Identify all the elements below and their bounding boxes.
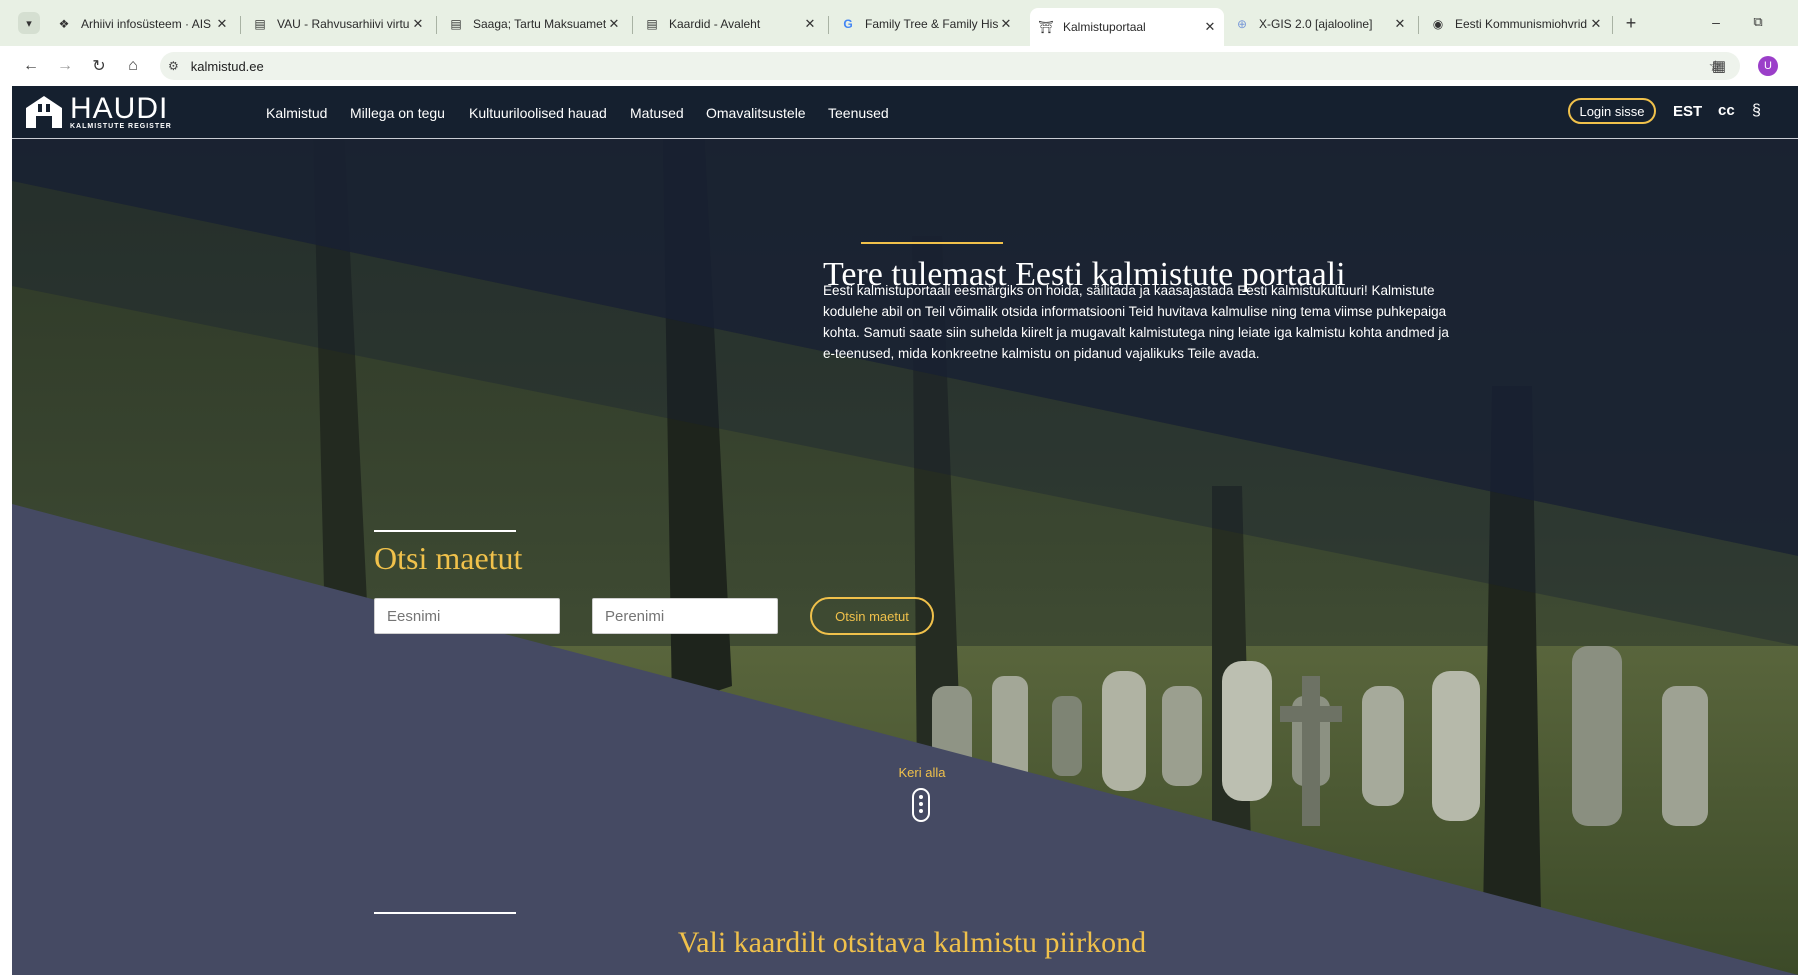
- tab-vau[interactable]: ▤ VAU - Rahvusarhiivi virtua ✕: [244, 8, 432, 40]
- language-selector[interactable]: EST: [1673, 103, 1702, 120]
- minimize-icon: –: [1712, 14, 1720, 30]
- site-info-icon[interactable]: ⚙: [168, 59, 179, 73]
- hero-description: Eesti kalmistuportaali eesmärgiks on hoi…: [823, 283, 1449, 361]
- tab-title: Kaardid - Avaleht: [669, 17, 761, 31]
- close-icon[interactable]: ✕: [998, 16, 1014, 32]
- document-icon: ▤: [254, 17, 266, 31]
- profile-avatar[interactable]: U: [1758, 56, 1778, 76]
- close-icon[interactable]: ✕: [1588, 16, 1604, 32]
- close-icon[interactable]: ✕: [1392, 16, 1408, 32]
- arrow-left-icon: ←: [23, 57, 39, 74]
- tab-kaardid[interactable]: ▤ Kaardid - Avaleht ✕: [636, 8, 824, 40]
- first-name-input[interactable]: [374, 598, 560, 634]
- reload-button[interactable]: ↻: [88, 55, 110, 77]
- url-text: kalmistud.ee: [190, 58, 264, 74]
- arrow-right-icon: →: [57, 57, 73, 74]
- minimize-button[interactable]: –: [1704, 10, 1728, 34]
- website-viewport: HAUDI KALMISTUTE REGISTER Kalmistud Mill…: [12, 86, 1798, 975]
- tab-ais[interactable]: ❖ Arhiivi infosüsteem · AIS ✕: [48, 8, 236, 40]
- address-bar[interactable]: ⚙ kalmistud.ee ☆: [160, 52, 1740, 80]
- tab-title: Family Tree & Family Hist: [865, 17, 998, 31]
- extensions-icon[interactable]: ▦: [1708, 55, 1730, 77]
- tab-family-tree[interactable]: G Family Tree & Family Hist ✕: [832, 8, 1020, 40]
- haudi-logo-icon: [26, 96, 62, 128]
- chevron-down-icon: ▾: [26, 17, 32, 30]
- cemetery-background-image: [12, 86, 1798, 975]
- document-icon: ▤: [450, 17, 462, 31]
- map-section-title: Vali kaardilt otsitava kalmistu piirkond: [677, 926, 1147, 959]
- document-icon: ▤: [646, 17, 658, 31]
- restore-icon: ⧉: [1753, 14, 1763, 29]
- tab-title: Kalmistuportaal: [1063, 20, 1146, 34]
- google-icon: G: [843, 17, 853, 31]
- restore-button[interactable]: ⧉: [1746, 10, 1770, 34]
- logo-text: HAUDI: [70, 91, 169, 125]
- last-name-input[interactable]: [592, 598, 778, 634]
- close-icon[interactable]: ✕: [410, 16, 426, 32]
- tab-search-button[interactable]: ▾: [18, 12, 40, 34]
- tab-title: VAU - Rahvusarhiivi virtua: [277, 17, 410, 31]
- home-button[interactable]: ⌂: [122, 55, 144, 77]
- login-button[interactable]: Login sisse: [1568, 98, 1656, 124]
- plus-icon: +: [1625, 12, 1637, 33]
- search-button[interactable]: Otsin maetut: [810, 597, 934, 635]
- back-button[interactable]: ←: [20, 55, 42, 77]
- reload-icon: ↻: [92, 58, 106, 75]
- menu-item-kultuuriloolised-hauad[interactable]: Kultuuriloolised hauad: [469, 105, 607, 121]
- tab-title: Arhiivi infosüsteem · AIS: [81, 17, 212, 31]
- haudi-icon: ⛩: [1038, 20, 1054, 34]
- tab-title: Eesti Kommunismiohvrid: [1455, 17, 1588, 31]
- close-icon[interactable]: ✕: [214, 16, 230, 32]
- close-icon[interactable]: ✕: [1202, 19, 1218, 35]
- hero-divider-line: [861, 242, 1003, 244]
- profile-initial: U: [1764, 60, 1772, 72]
- menu-item-millega-on-tegu[interactable]: Millega on tegu: [350, 105, 445, 121]
- map-divider-line: [374, 912, 516, 914]
- menu-item-teenused[interactable]: Teenused: [828, 105, 889, 121]
- menu-item-omavalitsustele[interactable]: Omavalitsustele: [706, 105, 806, 121]
- forward-button[interactable]: →: [54, 55, 76, 77]
- logo-subtitle: KALMISTUTE REGISTER: [70, 122, 172, 130]
- tab-xgis[interactable]: ⊕ X-GIS 2.0 [ajalooline] ✕: [1226, 8, 1414, 40]
- glasses-icon[interactable]: ϲϲ: [1718, 102, 1735, 119]
- section-symbol-link[interactable]: §: [1752, 102, 1761, 120]
- browser-tab-bar: ▾ ❖ Arhiivi infosüsteem · AIS ✕ ▤ VAU - …: [0, 0, 1798, 46]
- search-divider-line: [374, 530, 516, 532]
- close-icon[interactable]: ✕: [802, 16, 818, 32]
- search-title: Otsi maetut: [374, 540, 523, 576]
- mouse-scroll-icon[interactable]: [912, 788, 930, 822]
- tab-title: Saaga; Tartu Maksuamet: [473, 17, 606, 31]
- home-icon: ⌂: [128, 57, 138, 74]
- menu-item-kalmistud[interactable]: Kalmistud: [266, 105, 327, 121]
- new-tab-button[interactable]: +: [1620, 12, 1642, 34]
- globe-icon: ⊕: [1236, 17, 1248, 31]
- scroll-down-label[interactable]: Keri alla: [878, 765, 966, 780]
- menu-item-matused[interactable]: Matused: [630, 105, 684, 121]
- tab-kalmistuportaal[interactable]: ⛩ Kalmistuportaal ✕: [1030, 8, 1224, 46]
- close-icon[interactable]: ✕: [606, 16, 622, 32]
- tab-kommunismiohvrid[interactable]: ◉ Eesti Kommunismiohvrid ✕: [1422, 8, 1610, 40]
- haudi-logo[interactable]: HAUDI KALMISTUTE REGISTER: [24, 91, 172, 130]
- tab-title: X-GIS 2.0 [ajalooline]: [1259, 17, 1373, 31]
- globe-icon: ◉: [1432, 17, 1444, 31]
- ais-icon: ❖: [58, 17, 70, 31]
- site-header: HAUDI KALMISTUTE REGISTER Kalmistud Mill…: [12, 86, 1798, 139]
- tab-saaga[interactable]: ▤ Saaga; Tartu Maksuamet ✕: [440, 8, 628, 40]
- browser-toolbar: ← → ↻ ⌂ ⚙ kalmistud.ee ☆ ▦ U: [0, 46, 1798, 86]
